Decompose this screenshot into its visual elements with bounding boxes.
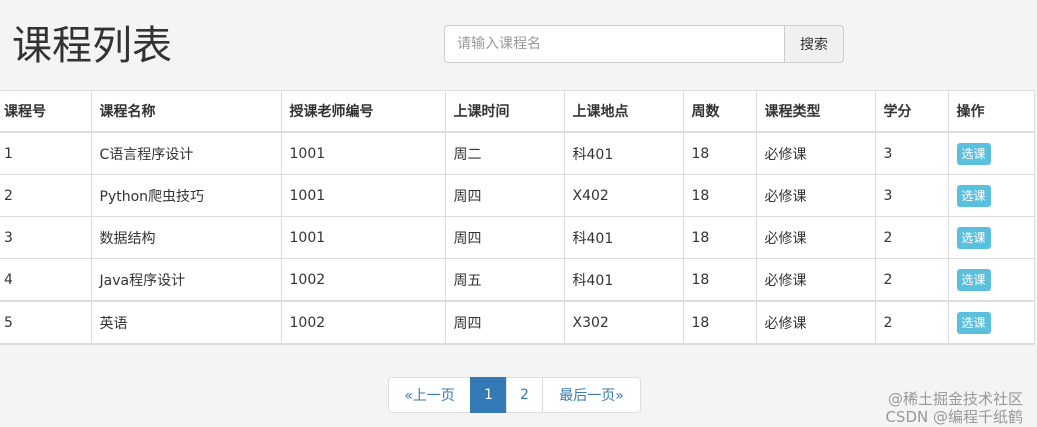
cell-type: 必修课 bbox=[755, 132, 876, 175]
watermark-text: @稀土掘金技术社区 CSDN @编程千纸鹤 bbox=[885, 390, 1023, 426]
cell-teacher-id: 1001 bbox=[280, 132, 446, 175]
cell-course-name: 数据结构 bbox=[90, 216, 282, 259]
cell-weeks: 18 bbox=[682, 216, 757, 259]
cell-teacher-id: 1002 bbox=[280, 300, 446, 344]
select-course-button[interactable]: 选课 bbox=[956, 268, 991, 291]
cell-time: 周四 bbox=[444, 300, 565, 344]
cell-credit: 2 bbox=[874, 216, 949, 259]
column-header-type: 课程类型 bbox=[755, 91, 876, 133]
cell-course-name: 英语 bbox=[90, 300, 282, 344]
cell-time: 周四 bbox=[444, 174, 565, 217]
cell-course-id: 5 bbox=[0, 300, 92, 344]
cell-type: 必修课 bbox=[755, 216, 876, 259]
pagination-last-link[interactable]: 最后一页» bbox=[542, 377, 641, 413]
cell-action: 选课 bbox=[947, 216, 1035, 259]
cell-type: 必修课 bbox=[755, 300, 876, 344]
cell-course-id: 2 bbox=[0, 174, 92, 217]
cell-credit: 2 bbox=[874, 258, 949, 302]
pagination-page-1[interactable]: 1 bbox=[470, 377, 507, 413]
pagination-page-2[interactable]: 2 bbox=[506, 377, 543, 413]
cell-weeks: 18 bbox=[682, 132, 757, 175]
cell-course-id: 1 bbox=[0, 132, 92, 175]
cell-credit: 3 bbox=[874, 174, 949, 217]
table-header-row: 课程号 课程名称 授课老师编号 上课时间 上课地点 周数 课程类型 学分 操作 bbox=[0, 91, 1035, 133]
table-row: 4 Java程序设计 1002 周五 科401 18 必修课 2 选课 bbox=[0, 258, 1035, 302]
cell-credit: 2 bbox=[874, 300, 949, 344]
pagination: «上一页 1 2 最后一页» bbox=[388, 377, 641, 413]
cell-teacher-id: 1001 bbox=[280, 216, 446, 259]
course-table: 课程号 课程名称 授课老师编号 上课时间 上课地点 周数 课程类型 学分 操作 … bbox=[0, 91, 1035, 344]
cell-weeks: 18 bbox=[682, 258, 757, 302]
cell-place: 科401 bbox=[563, 216, 684, 259]
cell-type: 必修课 bbox=[755, 174, 876, 217]
select-course-button[interactable]: 选课 bbox=[956, 311, 991, 334]
cell-course-name: C语言程序设计 bbox=[90, 132, 282, 175]
page-title: 课程列表 bbox=[12, 23, 172, 69]
cell-teacher-id: 1002 bbox=[280, 258, 446, 302]
column-header-course-name: 课程名称 bbox=[90, 91, 282, 133]
table-row: 3 数据结构 1001 周四 科401 18 必修课 2 选课 bbox=[0, 216, 1035, 259]
cell-course-id: 3 bbox=[0, 216, 92, 259]
cell-action: 选课 bbox=[947, 258, 1035, 302]
cell-weeks: 18 bbox=[682, 174, 757, 217]
column-header-action: 操作 bbox=[947, 91, 1035, 133]
pagination-prev-link[interactable]: «上一页 bbox=[388, 377, 471, 413]
cell-place: 科401 bbox=[563, 258, 684, 302]
cell-time: 周二 bbox=[444, 132, 565, 175]
cell-course-name: Java程序设计 bbox=[90, 258, 282, 302]
column-header-course-id: 课程号 bbox=[0, 91, 92, 133]
select-course-button[interactable]: 选课 bbox=[956, 184, 991, 207]
search-input[interactable] bbox=[444, 25, 784, 63]
cell-weeks: 18 bbox=[682, 300, 757, 344]
table-row: 5 英语 1002 周四 X302 18 必修课 2 选课 bbox=[0, 300, 1035, 344]
column-header-time: 上课时间 bbox=[444, 91, 565, 133]
cell-course-id: 4 bbox=[0, 258, 92, 302]
column-header-credit: 学分 bbox=[874, 91, 949, 133]
cell-action: 选课 bbox=[947, 132, 1035, 175]
cell-time: 周四 bbox=[444, 216, 565, 259]
cell-place: X302 bbox=[563, 300, 684, 344]
search-group: 搜索 bbox=[444, 25, 844, 63]
table-row: 1 C语言程序设计 1001 周二 科401 18 必修课 3 选课 bbox=[0, 132, 1035, 175]
table-row: 2 Python爬虫技巧 1001 周四 X402 18 必修课 3 选课 bbox=[0, 174, 1035, 217]
cell-action: 选课 bbox=[947, 174, 1035, 217]
cell-place: 科401 bbox=[563, 132, 684, 175]
search-button[interactable]: 搜索 bbox=[784, 25, 844, 63]
select-course-button[interactable]: 选课 bbox=[956, 142, 991, 165]
column-header-weeks: 周数 bbox=[682, 91, 757, 133]
cell-teacher-id: 1001 bbox=[280, 174, 446, 217]
cell-course-name: Python爬虫技巧 bbox=[90, 174, 282, 217]
column-header-teacher-id: 授课老师编号 bbox=[280, 91, 446, 133]
course-table-container: 课程号 课程名称 授课老师编号 上课时间 上课地点 周数 课程类型 学分 操作 … bbox=[0, 90, 1035, 345]
cell-action: 选课 bbox=[947, 300, 1035, 344]
cell-place: X402 bbox=[563, 174, 684, 217]
cell-credit: 3 bbox=[874, 132, 949, 175]
cell-time: 周五 bbox=[444, 258, 565, 302]
column-header-place: 上课地点 bbox=[563, 91, 684, 133]
select-course-button[interactable]: 选课 bbox=[956, 226, 991, 249]
cell-type: 必修课 bbox=[755, 258, 876, 302]
